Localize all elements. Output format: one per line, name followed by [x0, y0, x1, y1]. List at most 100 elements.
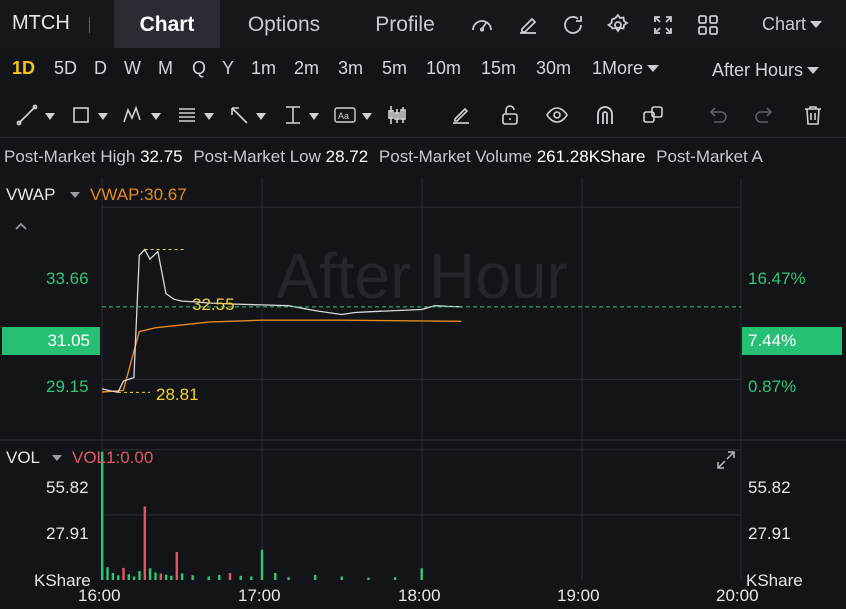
period-more[interactable]: 1More	[592, 58, 660, 79]
edit-icon[interactable]	[516, 13, 540, 37]
volume-bar	[239, 575, 242, 580]
measure-tool-icon[interactable]	[282, 104, 304, 126]
chevron-down-icon[interactable]	[45, 113, 55, 120]
period-10m[interactable]: 10m	[426, 58, 461, 79]
chevron-down-icon	[647, 65, 660, 72]
volume-bar	[143, 506, 146, 580]
period-d[interactable]: D	[94, 58, 107, 79]
period-15m[interactable]: 15m	[481, 58, 516, 79]
eye-icon[interactable]	[546, 104, 568, 126]
post-trailing-label: Post-Market A	[656, 147, 763, 166]
period-3m[interactable]: 3m	[338, 58, 363, 79]
tab-options[interactable]: Options	[228, 0, 340, 48]
x-tick-2000: 20:00	[716, 586, 759, 605]
period-5m[interactable]: 5m	[382, 58, 407, 79]
period-y[interactable]: Y	[222, 58, 234, 79]
chevron-down-icon[interactable]	[204, 113, 214, 120]
chevron-down-icon[interactable]	[362, 113, 372, 120]
max-price-label: 32.55	[192, 295, 235, 314]
trash-icon[interactable]	[802, 104, 824, 126]
volume-bar	[138, 571, 141, 580]
tab-profile[interactable]: Profile	[356, 0, 454, 48]
gauge-icon[interactable]	[470, 13, 494, 37]
period-1d[interactable]: 1D	[12, 58, 35, 79]
price-axis-bottom-label: 29.15	[46, 377, 89, 396]
vol-axis-top-label: 55.82	[46, 478, 89, 497]
post-low-value: 28.72	[325, 147, 369, 166]
chevron-down-icon[interactable]	[52, 455, 62, 461]
volume-bar	[111, 573, 115, 580]
refresh-icon[interactable]	[561, 13, 585, 37]
collapse-icon[interactable]	[14, 218, 28, 236]
chart-menu-label: Chart	[762, 14, 807, 34]
expand-icon[interactable]	[716, 450, 736, 475]
volume-bar	[420, 568, 423, 580]
chevron-down-icon	[807, 67, 820, 74]
period-bar: 1D 5D D W M Q Y 1m 2m 3m 5m 10m 15m 30m …	[0, 48, 846, 92]
copy-icon[interactable]	[642, 104, 664, 126]
vol-indicator-label[interactable]: VOL	[6, 448, 40, 468]
pencil-icon[interactable]	[450, 104, 472, 126]
volume-bar	[132, 576, 136, 580]
settings-icon[interactable]	[606, 13, 630, 37]
grid-icon[interactable]	[696, 13, 720, 37]
after-hours-watermark: After Hour	[276, 240, 568, 312]
x-tick-1700: 17:00	[238, 586, 281, 605]
arrow-tool-icon[interactable]	[228, 104, 250, 126]
volume-bar	[122, 567, 125, 580]
period-30m[interactable]: 30m	[536, 58, 571, 79]
x-tick-1800: 18:00	[398, 586, 441, 605]
volume-bar	[148, 568, 152, 580]
chart-type-menu[interactable]: Chart	[762, 14, 823, 35]
volume-bar	[180, 573, 184, 580]
volume-bar	[393, 577, 397, 580]
chevron-down-icon[interactable]	[256, 113, 266, 120]
volume-bar	[314, 574, 317, 580]
period-2m[interactable]: 2m	[294, 58, 319, 79]
candle-type-icon[interactable]	[386, 104, 408, 126]
chevron-down-icon[interactable]	[151, 113, 161, 120]
volume-bar	[191, 575, 194, 580]
period-m[interactable]: M	[158, 58, 173, 79]
chevron-down-icon[interactable]	[309, 113, 319, 120]
text-tool-icon[interactable]: Aa	[334, 104, 356, 126]
volume-bar	[164, 574, 168, 580]
chart-area[interactable]: After Hour VWAP VWAP:30.67 33.66 29.15 1…	[0, 178, 846, 609]
chevron-down-icon[interactable]	[98, 113, 108, 120]
min-price-label: 28.81	[156, 385, 199, 404]
rectangle-tool-icon[interactable]	[70, 104, 92, 126]
volume-bar	[207, 576, 210, 580]
current-price-tag: 31.05	[2, 327, 100, 355]
period-q[interactable]: Q	[192, 58, 206, 79]
redo-icon[interactable]	[754, 104, 776, 126]
fib-tool-icon[interactable]	[176, 104, 198, 126]
volume-bar	[274, 573, 277, 580]
period-1m[interactable]: 1m	[251, 58, 276, 79]
chart-canvas[interactable]: After Hour	[0, 178, 846, 609]
svg-text:Aa: Aa	[338, 111, 349, 121]
undo-icon[interactable]	[706, 104, 728, 126]
magnet-icon[interactable]	[594, 104, 616, 126]
vwap-line	[101, 319, 462, 393]
pattern-tool-icon[interactable]	[122, 104, 144, 126]
volume-bar	[250, 576, 253, 580]
volume-bar	[159, 573, 162, 580]
line-tool-icon[interactable]	[16, 104, 38, 126]
x-tick-1600: 16:00	[78, 586, 121, 605]
ticker-symbol: MTCH	[12, 12, 70, 34]
volume-bar	[106, 567, 109, 580]
tab-chart[interactable]: Chart	[114, 0, 220, 48]
volume-bar	[170, 575, 173, 580]
post-low-label: Post-Market Low	[193, 147, 321, 166]
period-w[interactable]: W	[124, 58, 141, 79]
volume-bar	[260, 549, 264, 580]
period-5d[interactable]: 5D	[54, 58, 77, 79]
vol-axis-right-mid-label: 27.91	[748, 524, 791, 543]
post-high-value: 32.75	[140, 147, 183, 166]
fullscreen-icon[interactable]	[651, 13, 675, 37]
vwap-indicator-label[interactable]: VWAP	[6, 185, 55, 205]
unlock-icon[interactable]	[499, 104, 521, 126]
chevron-down-icon[interactable]	[70, 192, 80, 198]
session-select[interactable]: After Hours	[712, 60, 820, 81]
divider	[89, 17, 90, 33]
